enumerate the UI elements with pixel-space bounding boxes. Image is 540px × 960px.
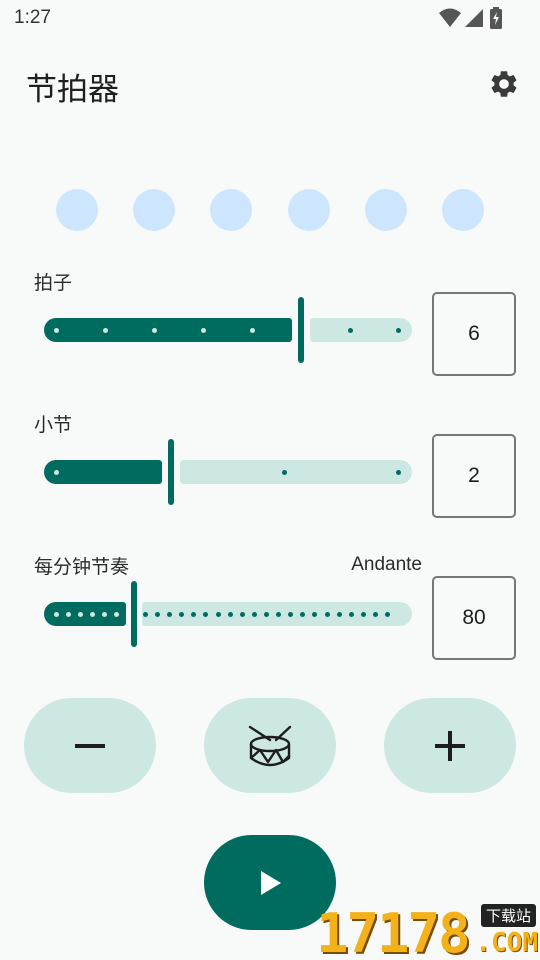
slider-tick	[152, 328, 157, 333]
slider-tick	[54, 470, 59, 475]
slider-tick	[361, 612, 366, 617]
beats-label: 拍子	[34, 272, 73, 294]
watermark-badge: 下载站	[480, 904, 536, 927]
bars-slider[interactable]	[44, 439, 412, 505]
app-title: 节拍器	[26, 72, 119, 108]
slider-tick	[312, 612, 317, 617]
slider-tick	[103, 328, 108, 333]
slider-tick	[348, 328, 353, 333]
minus-icon	[75, 743, 105, 748]
watermark-number: 17178	[316, 902, 471, 960]
slider-tick	[78, 612, 83, 617]
slider-tick	[325, 612, 330, 617]
status-icons	[438, 7, 502, 29]
status-time: 1:27	[14, 7, 51, 28]
slider-tick	[250, 328, 255, 333]
slider-tick	[240, 612, 245, 617]
beat-dot	[56, 189, 98, 231]
slider-tick	[179, 612, 184, 617]
tempo-label: 每分钟节奏	[34, 556, 130, 578]
slider-active-track	[44, 460, 162, 484]
slider-tick	[396, 470, 401, 475]
slider-tick	[373, 612, 378, 617]
slider-inactive-track	[180, 460, 412, 484]
beat-dot	[288, 189, 330, 231]
slider-tick	[143, 612, 148, 617]
slider-tick	[114, 612, 119, 617]
tempo-name: Andante	[351, 554, 422, 575]
battery-charging-icon	[490, 7, 502, 29]
slider-thumb[interactable]	[168, 439, 174, 505]
beat-dot	[133, 189, 175, 231]
settings-button[interactable]	[486, 66, 522, 102]
slider-tick	[54, 612, 59, 617]
slider-tick	[167, 612, 172, 617]
drum-icon	[248, 725, 292, 766]
slider-tick	[349, 612, 354, 617]
bars-label: 小节	[34, 414, 73, 436]
tempo-slider[interactable]	[44, 581, 412, 647]
tempo-value-field[interactable]: 80	[432, 576, 516, 660]
beats-value-field[interactable]: 6	[432, 292, 516, 376]
slider-tick	[191, 612, 196, 617]
watermark-logo: 17178 下载站 .COM	[316, 898, 540, 960]
decrease-tempo-button[interactable]	[24, 698, 156, 793]
drum-button[interactable]	[204, 698, 336, 793]
beat-dot	[442, 189, 484, 231]
beats-slider[interactable]	[44, 297, 412, 363]
slider-tick	[54, 328, 59, 333]
increase-tempo-button[interactable]	[384, 698, 516, 793]
slider-tick	[66, 612, 71, 617]
slider-thumb[interactable]	[298, 297, 304, 363]
bars-value-field[interactable]: 2	[432, 434, 516, 518]
signal-icon	[465, 9, 483, 27]
slider-tick	[90, 612, 95, 617]
slider-tick	[276, 612, 281, 617]
slider-tick	[252, 612, 257, 617]
slider-tick	[396, 328, 401, 333]
slider-tick	[203, 612, 208, 617]
beat-indicators	[56, 189, 486, 231]
slider-tick	[216, 612, 221, 617]
slider-tick	[155, 612, 160, 617]
gear-icon	[491, 71, 517, 97]
wifi-icon	[439, 8, 461, 27]
plus-icon	[435, 730, 465, 761]
slider-tick	[288, 612, 293, 617]
beat-dot	[365, 189, 407, 231]
slider-tick	[385, 612, 390, 617]
slider-tick	[300, 612, 305, 617]
watermark-suffix: .COM	[475, 928, 538, 958]
slider-tick	[228, 612, 233, 617]
slider-thumb[interactable]	[131, 581, 137, 647]
slider-tick	[102, 612, 107, 617]
status-bar: 1:27	[0, 0, 540, 36]
play-icon	[261, 870, 281, 895]
beat-dot	[210, 189, 252, 231]
slider-tick	[282, 470, 287, 475]
slider-tick	[201, 328, 206, 333]
slider-tick	[264, 612, 269, 617]
slider-tick	[337, 612, 342, 617]
